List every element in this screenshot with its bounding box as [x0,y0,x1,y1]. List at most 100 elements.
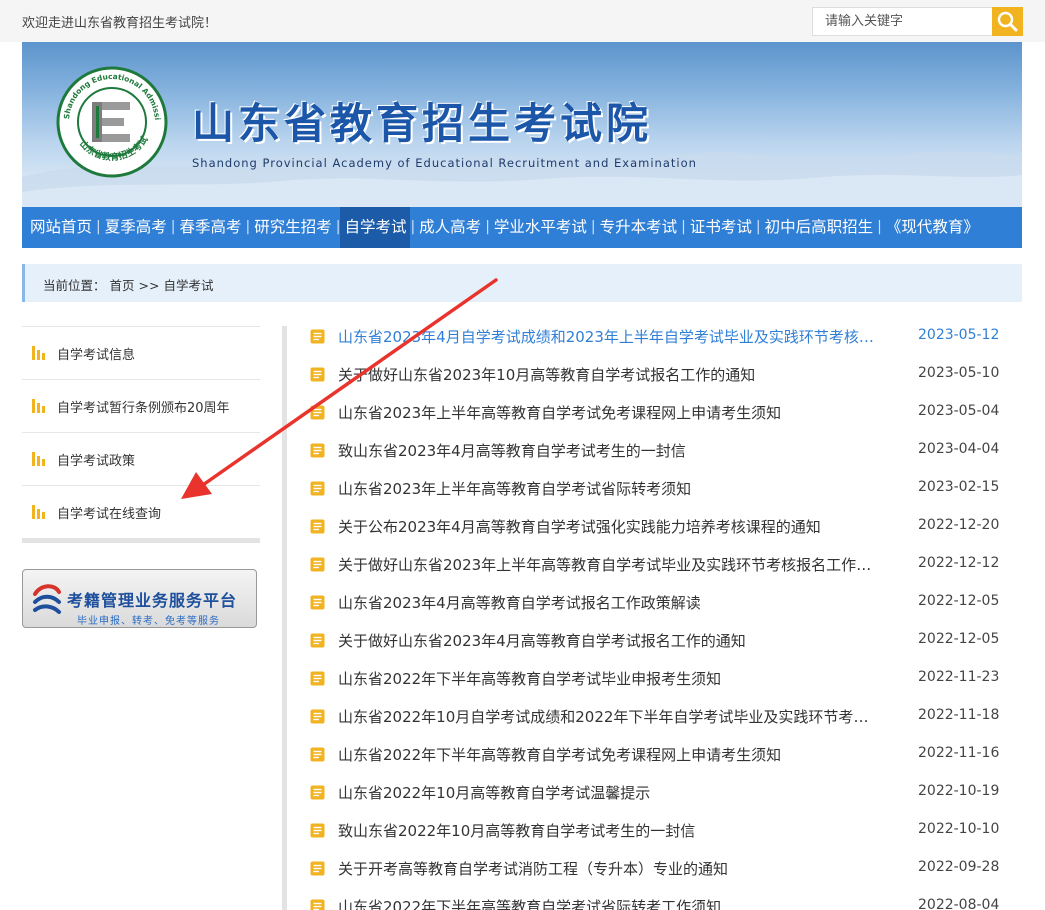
platform-logo-icon [33,584,61,614]
news-title-link[interactable]: 山东省2023年上半年高等教育自学考试免考课程网上申请考生须知 [338,402,781,423]
breadcrumb-home-link[interactable]: 首页 [110,278,135,293]
news-title-link[interactable]: 山东省2023年4月自学考试成绩和2023年上半年自学考试毕业及实践环节考核报名… [338,326,883,347]
document-icon [310,557,325,572]
sidebar: 自学考试信息自学考试暂行条例颁布20周年 自学考试政策自学考试在线查询 [22,326,260,543]
news-row: 山东省2023年4月自学考试成绩和2023年上半年自学考试毕业及实践环节考核报名… [310,317,1000,355]
news-title-link[interactable]: 关于做好山东省2023年10月高等教育自学考试报名工作的通知 [338,364,755,385]
news-row: 关于做好山东省2023年4月高等教育自学考试报名工作的通知 2022-12-05 [310,621,1000,659]
header-banner: Shandong Educational Admission & Examina… [22,42,1022,207]
search-input[interactable] [812,7,992,36]
sidebar-item-3[interactable]: 自学考试在线查询 [22,485,260,538]
search-box [812,7,1023,36]
document-icon [310,367,325,382]
sidebar-item-2[interactable]: 自学考试政策 [22,432,260,485]
breadcrumb-prefix: 当前位置： [43,278,106,293]
news-row: 山东省2022年10月自学考试成绩和2022年下半年自学考试毕业及实践环节考核工… [310,697,1000,735]
news-title-link[interactable]: 山东省2022年下半年高等教育自学考试免考课程网上申请考生须知 [338,744,781,765]
breadcrumb-separator: >> [138,278,160,293]
nav-item-6[interactable]: 学业水平考试 [490,207,591,248]
document-icon [310,899,325,910]
main-nav: 网站首页 | 夏季高考 | 春季高考 | 研究生招考 | 自学考试 | 成人高考 | 学业水平考试 | 专升… [22,207,1022,248]
document-icon [310,671,325,686]
news-row: 山东省2022年下半年高等教育自学考试免考课程网上申请考生须知 2022-11-1… [310,735,1000,773]
document-icon [310,519,325,534]
news-date: 2023-05-12 [918,327,1000,343]
news-row: 山东省2022年下半年高等教育自学考试省际转考工作须知 2022-08-04 [310,887,1000,910]
document-icon [310,595,325,610]
news-title-link[interactable]: 山东省2022年下半年高等教育自学考试毕业申报考生须知 [338,668,721,689]
news-date: 2022-12-12 [918,555,1000,571]
sidebar-item-label: 自学考试在线查询 [57,506,162,522]
news-date: 2023-02-15 [918,479,1000,495]
document-icon [310,481,325,496]
nav-item-1[interactable]: 夏季高考 [101,207,171,248]
academy-logo: Shandong Educational Admission & Examina… [56,66,168,178]
platform-banner-button[interactable]: 考籍管理业务服务平台 毕业申报、转考、免考等服务 [22,569,257,628]
news-title-link[interactable]: 关于做好山东省2023年上半年高等教育自学考试毕业及实践环节考核报名工作的通知 [338,554,883,575]
news-row: 关于公布2023年4月高等教育自学考试强化实践能力培养考核课程的通知 2022-1… [310,507,1000,545]
news-title-link[interactable]: 山东省2022年下半年高等教育自学考试省际转考工作须知 [338,896,721,910]
document-icon [310,329,325,344]
news-row: 关于做好山东省2023年10月高等教育自学考试报名工作的通知 2023-05-10 [310,355,1000,393]
news-date: 2022-12-20 [918,517,1000,533]
news-row: 致山东省2022年10月高等教育自学考试考生的一封信 2022-10-10 [310,811,1000,849]
news-title-link[interactable]: 致山东省2022年10月高等教育自学考试考生的一封信 [338,820,695,841]
sidebar-item-label: 自学考试政策 [57,453,136,469]
document-icon [310,747,325,762]
nav-item-10[interactable]: 《现代教育》 [882,207,983,248]
news-row: 山东省2023年4月高等教育自学考试报名工作政策解读 2022-12-05 [310,583,1000,621]
news-date: 2022-12-05 [918,593,1000,609]
search-icon [997,11,1018,32]
sidebar-bottom-rule [22,538,260,543]
news-row: 山东省2022年下半年高等教育自学考试毕业申报考生须知 2022-11-23 [310,659,1000,697]
document-icon [310,861,325,876]
news-title-link[interactable]: 山东省2022年10月高等教育自学考试温馨提示 [338,782,650,803]
platform-subtitle: 毕业申报、转考、免考等服务 [77,616,220,627]
nav-item-8[interactable]: 证书考试 [686,207,756,248]
site-title-en: Shandong Provincial Academy of Education… [192,156,697,170]
nav-item-2[interactable]: 春季高考 [175,207,245,248]
news-date: 2022-10-19 [918,783,1000,799]
news-title-link[interactable]: 关于开考高等教育自学考试消防工程（专升本）专业的通知 [338,858,728,879]
sidebar-item-0[interactable]: 自学考试信息 [22,326,260,379]
news-title-link[interactable]: 山东省2023年4月高等教育自学考试报名工作政策解读 [338,592,701,613]
news-date: 2022-11-23 [918,669,1000,685]
bar-chart-icon [32,346,47,360]
site-title: 山东省教育招生考试院 [192,99,653,148]
document-icon [310,633,325,648]
news-row: 山东省2023年上半年高等教育自学考试免考课程网上申请考生须知 2023-05-0… [310,393,1000,431]
news-title-link[interactable]: 致山东省2023年4月高等教育自学考试考生的一封信 [338,440,686,461]
nav-item-5[interactable]: 成人高考 [415,207,485,248]
news-title-link[interactable]: 关于做好山东省2023年4月高等教育自学考试报名工作的通知 [338,630,746,651]
nav-item-3[interactable]: 研究生招考 [250,207,336,248]
news-title-link[interactable]: 山东省2022年10月自学考试成绩和2022年下半年自学考试毕业及实践环节考核工… [338,706,883,727]
news-row: 关于开考高等教育自学考试消防工程（专升本）专业的通知 2022-09-28 [310,849,1000,887]
sidebar-item-label: 自学考试暂行条例颁布20周年 [57,400,230,416]
bar-chart-icon [32,505,47,519]
document-icon [310,785,325,800]
news-title-link[interactable]: 山东省2023年上半年高等教育自学考试省际转考须知 [338,478,691,499]
nav-item-4[interactable]: 自学考试 [340,207,411,248]
welcome-text: 欢迎走进山东省教育招生考试院！ [22,16,218,31]
news-date: 2022-08-04 [918,897,1000,910]
sidebar-item-label: 自学考试信息 [57,347,136,363]
nav-item-7[interactable]: 专升本考试 [596,207,682,248]
document-icon [310,823,325,838]
nav-item-9[interactable]: 初中后高职招生 [761,207,878,248]
news-date: 2023-05-10 [918,365,1000,381]
news-row: 关于做好山东省2023年上半年高等教育自学考试毕业及实践环节考核报名工作的通知 2… [310,545,1000,583]
nav-item-0[interactable]: 网站首页 [26,207,96,248]
platform-title: 考籍管理业务服务平台 [67,591,238,610]
breadcrumb: 当前位置： 首页 >> 自学考试 [22,264,1022,302]
news-date: 2022-11-16 [918,745,1000,761]
search-button[interactable] [992,7,1023,36]
news-row: 山东省2022年10月高等教育自学考试温馨提示 2022-10-19 [310,773,1000,811]
news-date: 2023-04-04 [918,441,1000,457]
breadcrumb-current[interactable]: 自学考试 [163,278,213,293]
news-date: 2022-10-10 [918,821,1000,837]
document-icon [310,709,325,724]
sidebar-item-1[interactable]: 自学考试暂行条例颁布20周年 [22,379,260,432]
bar-chart-icon [32,452,47,466]
news-title-link[interactable]: 关于公布2023年4月高等教育自学考试强化实践能力培养考核课程的通知 [338,516,821,537]
news-date: 2023-05-04 [918,403,1000,419]
